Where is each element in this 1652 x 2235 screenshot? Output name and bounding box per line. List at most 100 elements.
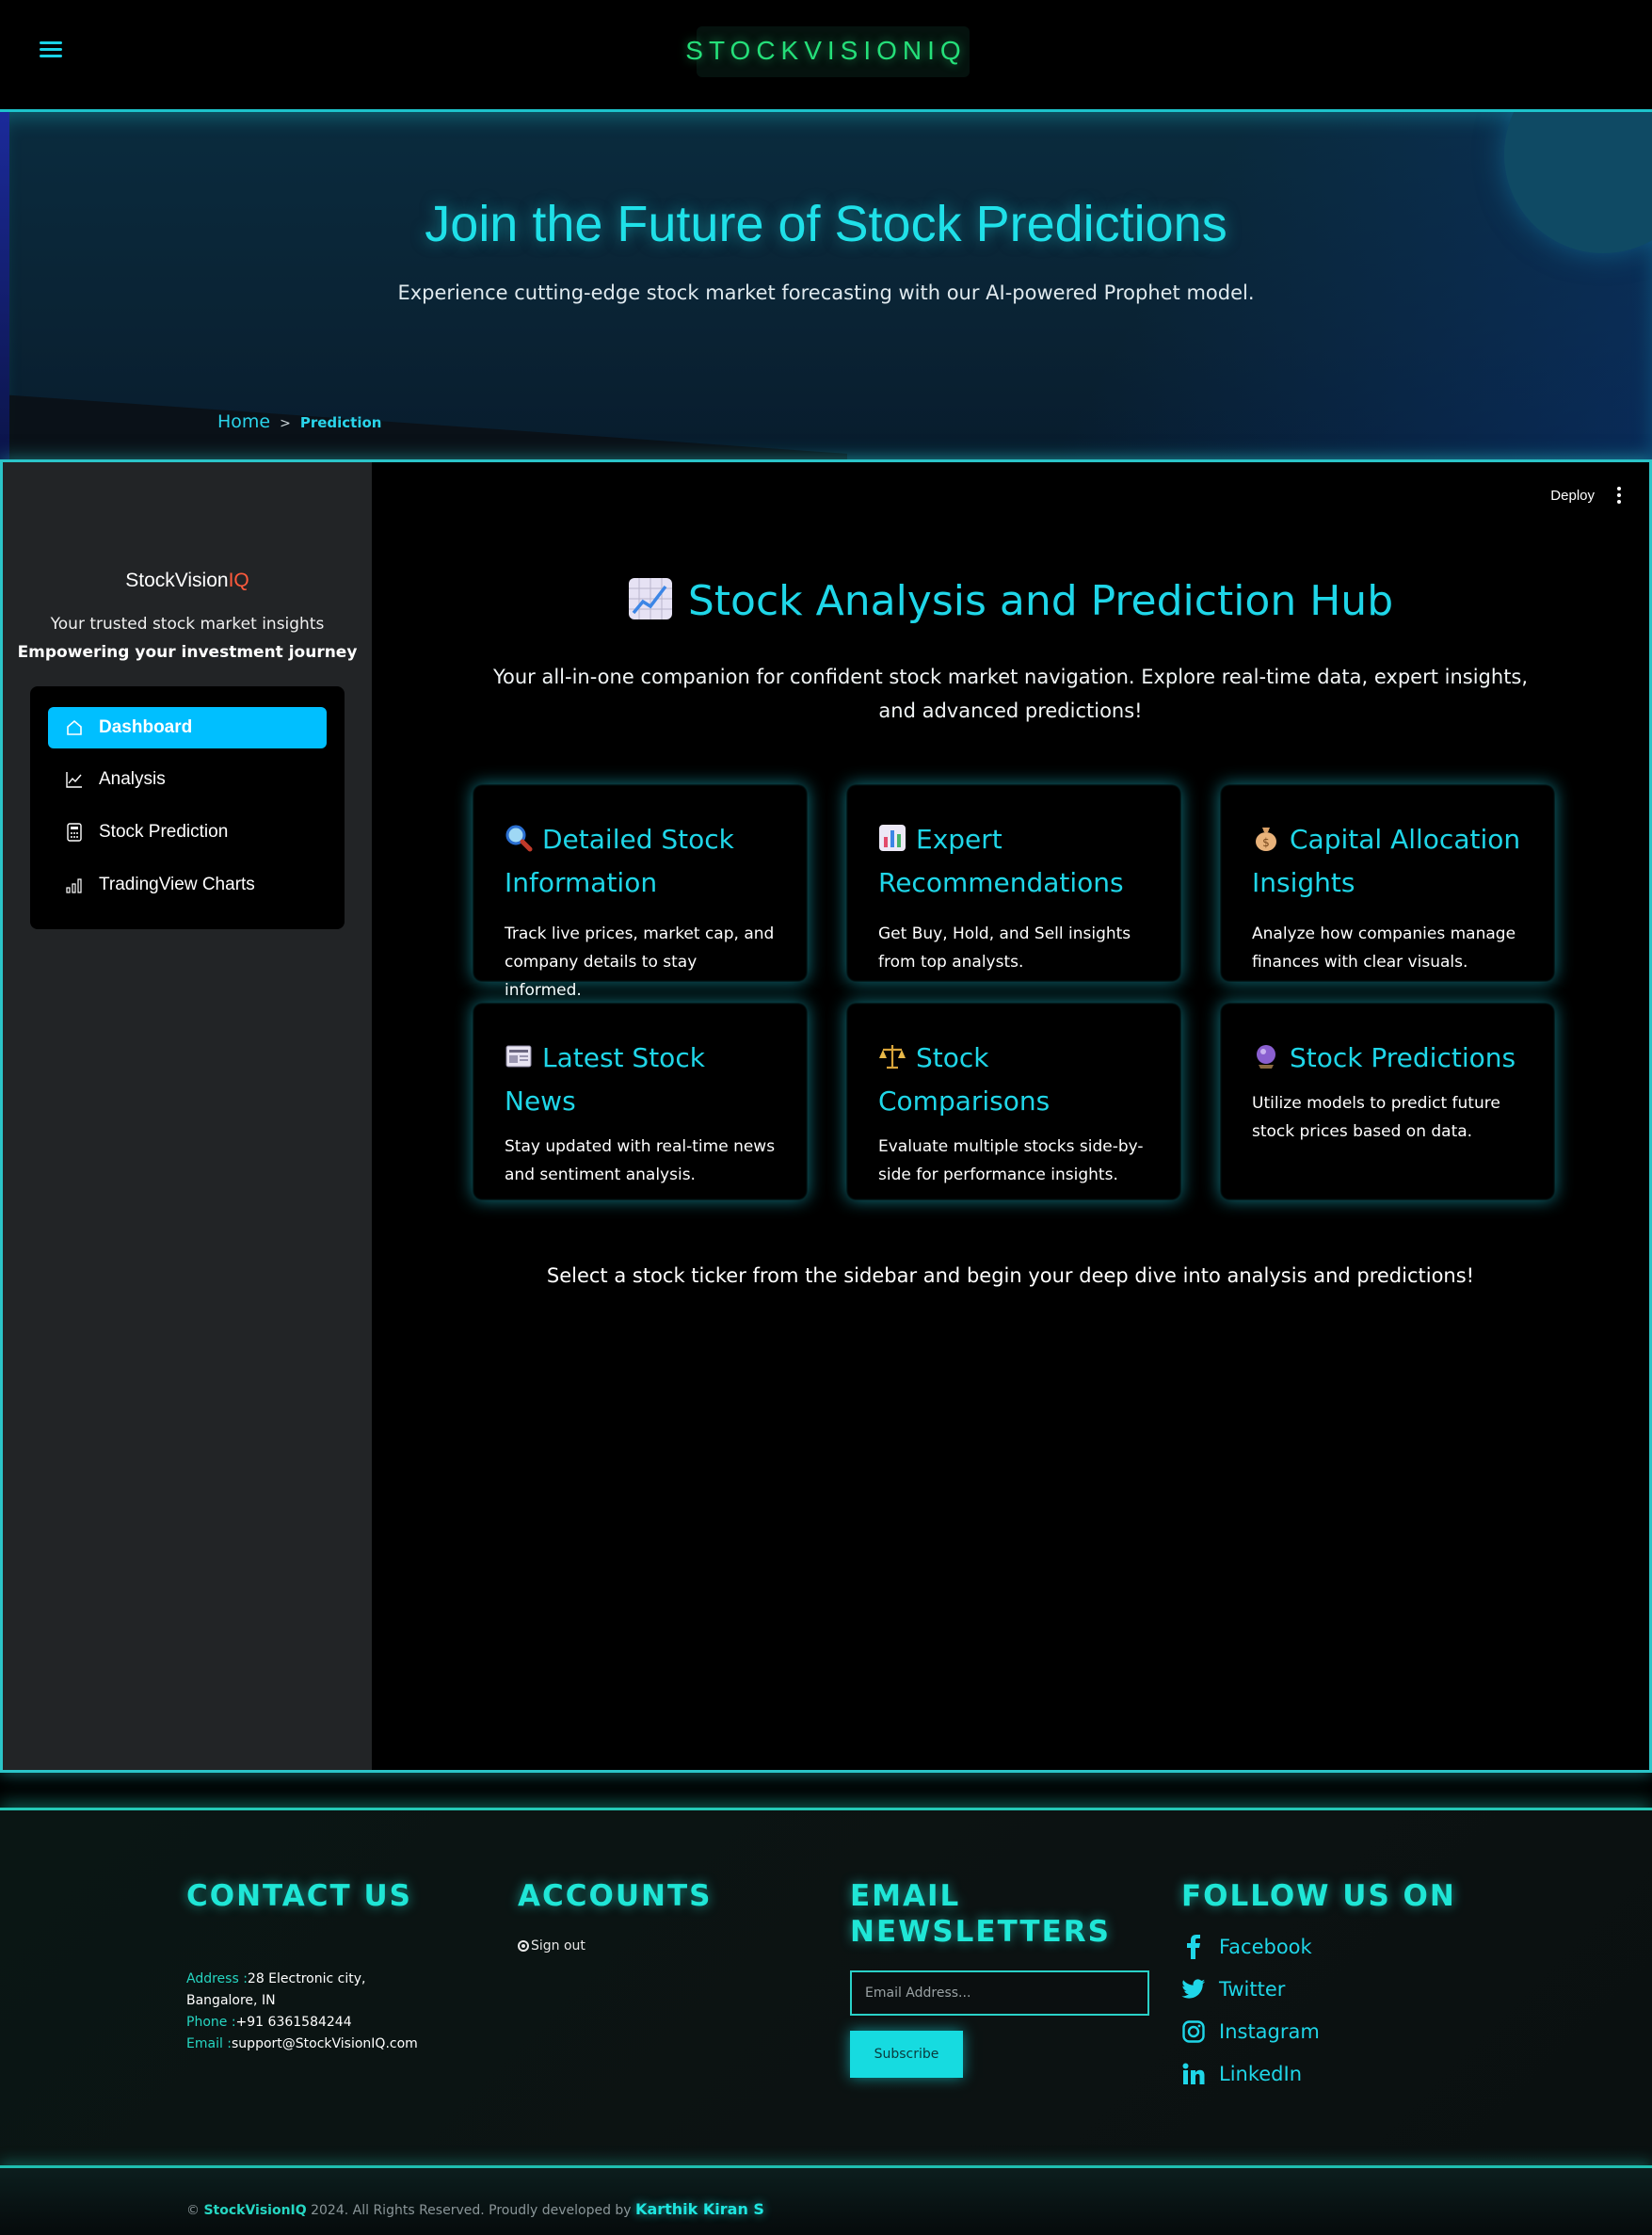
- card-title: $ Capital Allocation Insights: [1252, 818, 1523, 905]
- social-link-instagram[interactable]: Instagram: [1181, 2019, 1320, 2044]
- copyright-bar: © StockVisionIQ 2024. All Rights Reserve…: [0, 2165, 1652, 2235]
- svg-text:$: $: [1262, 836, 1270, 849]
- footer-accounts: ACCOUNTS: [518, 1878, 712, 1914]
- more-options-icon[interactable]: [1617, 487, 1621, 504]
- card-title-text: Detailed Stock Information: [505, 824, 734, 898]
- breadcrumb-current: Prediction: [299, 414, 382, 431]
- footer-heading: EMAIL: [850, 1879, 961, 1913]
- copyright-body: 2024. All Rights Reserved. Proudly devel…: [306, 2203, 636, 2218]
- copyright-text: © StockVisionIQ 2024. All Rights Reserve…: [186, 2200, 764, 2218]
- breadcrumb-home-link[interactable]: Home: [217, 411, 270, 432]
- footer-heading: ACCOUNTS: [518, 1879, 713, 1913]
- calculator-icon: [65, 823, 84, 842]
- crystal-ball-icon: [1252, 1040, 1280, 1069]
- sidebar-item-stock-prediction[interactable]: Stock Prediction: [48, 812, 327, 853]
- phone-value: +91 6361584244: [235, 2015, 352, 2030]
- feature-card-latest-news: Latest Stock News Stay updated with real…: [473, 1003, 808, 1200]
- feature-card-expert-recommendations: Expert Recommendations Get Buy, Hold, an…: [846, 784, 1181, 982]
- footer-contact-heading: CONTACT US: [186, 1878, 412, 1914]
- social-label: Twitter: [1219, 1978, 1286, 2001]
- feature-card-stock-comparisons: Stock Comparisons Evaluate multiple stoc…: [846, 1003, 1181, 1200]
- scales-icon: [878, 1040, 906, 1069]
- newspaper-icon: [505, 1040, 533, 1069]
- card-title: Latest Stock News: [505, 1037, 776, 1123]
- sidebar: StockVisionIQ Your trusted stock market …: [3, 462, 372, 1770]
- social-label: LinkedIn: [1219, 2063, 1303, 2085]
- card-description: Analyze how companies manage finances wi…: [1252, 925, 1516, 972]
- social-link-facebook[interactable]: Facebook: [1181, 1935, 1312, 1959]
- footer-heading: CONTACT US: [186, 1879, 412, 1913]
- call-to-action: Select a stock ticker from the sidebar a…: [546, 1264, 1475, 1287]
- social-label: Instagram: [1219, 2020, 1320, 2043]
- page-intro: Your all-in-one companion for confident …: [492, 666, 1529, 722]
- breadcrumb-separator: >: [280, 416, 291, 431]
- social-link-twitter[interactable]: Twitter: [1181, 1977, 1285, 2002]
- card-description: Get Buy, Hold, and Sell insights from to…: [878, 925, 1131, 972]
- feature-card-detailed-stock: Detailed Stock Information Track live pr…: [473, 784, 808, 1000]
- sidebar-item-label: Analysis: [99, 769, 166, 789]
- card-title: Stock Predictions: [1252, 1037, 1523, 1080]
- email-value[interactable]: support@StockVisionIQ.com: [232, 2036, 418, 2051]
- footer-newsletter: EMAIL NEWSLETTERS: [850, 1878, 1111, 1950]
- bar-signal-icon: [65, 876, 84, 894]
- sidebar-tagline: Your trusted stock market insights: [50, 615, 325, 634]
- sidebar-item-analysis[interactable]: Analysis: [48, 759, 327, 800]
- phone-label: Phone :: [186, 2015, 236, 2030]
- sidebar-item-label: TradingView Charts: [99, 875, 255, 894]
- newsletter-email-input[interactable]: [850, 1970, 1149, 2016]
- sidebar-item-dashboard[interactable]: Dashboard: [48, 707, 327, 748]
- sidebar-item-tradingview-charts[interactable]: TradingView Charts: [48, 864, 327, 906]
- sidebar-nav: Dashboard Analysis Stock Prediction Trad…: [30, 686, 345, 929]
- brand-logo-text[interactable]: STOCKVISIONIQ: [0, 36, 1652, 66]
- linkedin-icon: [1181, 2062, 1206, 2086]
- card-title-text: Capital Allocation Insights: [1252, 824, 1521, 898]
- address-line2: Bangalore, IN: [186, 1993, 276, 2008]
- app-panel: StockVisionIQ Your trusted stock market …: [0, 459, 1652, 1773]
- hero-subtitle: Experience cutting-edge stock market for…: [397, 281, 1255, 304]
- address-line1: 28 Electronic city,: [247, 1971, 366, 1986]
- address-label: Address :: [186, 1971, 248, 1986]
- card-description: Evaluate multiple stocks side-by-side fo…: [878, 1137, 1144, 1184]
- main-content: Deploy Stock Analysis and Prediction Hub…: [372, 462, 1649, 1770]
- sidebar-brand-accent: IQ: [228, 570, 249, 591]
- card-description: Utilize models to predict future stock p…: [1252, 1094, 1500, 1141]
- page-title-text: Stock Analysis and Prediction Hub: [687, 577, 1394, 625]
- deploy-button[interactable]: Deploy: [1550, 488, 1595, 504]
- social-link-linkedin[interactable]: LinkedIn: [1181, 2062, 1302, 2086]
- footer: CONTACT US Address :28 Electronic city, …: [0, 1808, 1652, 2165]
- sidebar-item-label: Dashboard: [99, 717, 193, 737]
- instagram-icon: [1181, 2019, 1206, 2044]
- hero-title: Join the Future of Stock Predictions: [425, 196, 1227, 252]
- signout-link[interactable]: Sign out: [518, 1938, 585, 1954]
- hero-banner: Join the Future of Stock Predictions Exp…: [0, 109, 1652, 459]
- card-description: Stay updated with real-time news and sen…: [505, 1137, 776, 1184]
- hero-decor-band: [0, 394, 847, 459]
- copyright-prefix: ©: [186, 2203, 204, 2218]
- twitter-icon: [1181, 1977, 1206, 2002]
- subscribe-button[interactable]: Subscribe: [850, 2031, 963, 2078]
- breadcrumb: Home > Prediction: [217, 411, 381, 432]
- page-title: Stock Analysis and Prediction Hub: [372, 577, 1649, 625]
- card-title: Detailed Stock Information: [505, 818, 776, 905]
- footer-follow: FOLLOW US ON: [1181, 1878, 1456, 1914]
- card-title-text: Expert Recommendations: [878, 824, 1124, 898]
- feature-card-stock-predictions: Stock Predictions Utilize models to pred…: [1220, 1003, 1555, 1200]
- facebook-icon: [1181, 1935, 1206, 1959]
- social-label: Facebook: [1219, 1936, 1312, 1958]
- sidebar-brand: StockVisionIQ: [3, 570, 372, 592]
- money-bag-icon: $: [1252, 822, 1280, 851]
- sidebar-tagline-bold: Empowering your investment journey: [17, 643, 358, 662]
- card-title-text: Stock Predictions: [1290, 1042, 1516, 1073]
- developer-name-link[interactable]: Karthik Kiran S: [635, 2200, 764, 2218]
- feature-card-capital-allocation: $ Capital Allocation Insights Analyze how…: [1220, 784, 1555, 982]
- copyright-brand: StockVisionIQ: [203, 2203, 307, 2218]
- sidebar-item-label: Stock Prediction: [99, 822, 229, 842]
- footer-contact-info: Address :28 Electronic city, Bangalore, …: [186, 1969, 418, 2055]
- footer-heading-line2: NEWSLETTERS: [850, 1915, 1111, 1949]
- sidebar-brand-main: StockVision: [125, 570, 229, 591]
- chart-increasing-icon: [628, 577, 673, 620]
- toolbar: Deploy: [1550, 487, 1621, 504]
- card-title-text: Latest Stock News: [505, 1042, 705, 1117]
- card-title: Expert Recommendations: [878, 818, 1149, 905]
- magnifier-icon: [505, 822, 533, 852]
